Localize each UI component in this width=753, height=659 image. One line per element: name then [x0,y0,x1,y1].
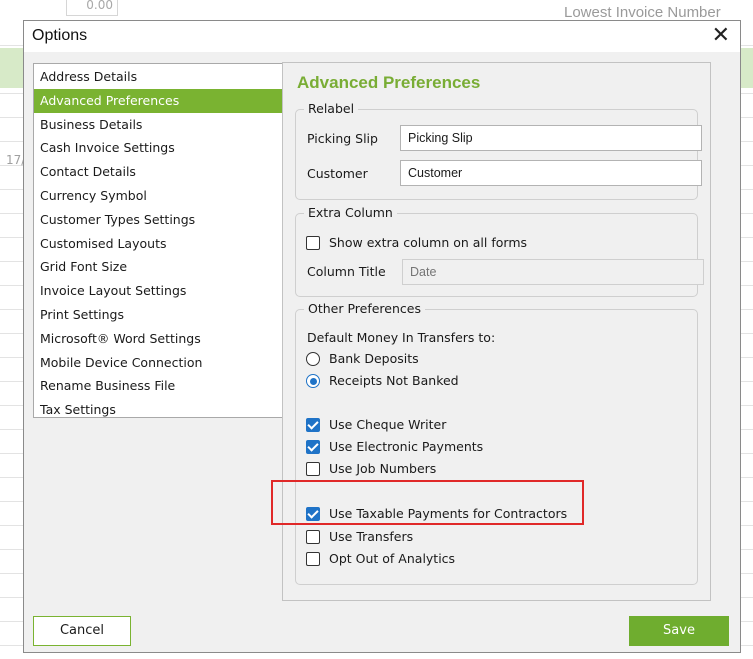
nav-item-tax-settings[interactable]: Tax Settings [34,398,282,422]
picking-slip-label: Picking Slip [307,131,378,146]
dialog-title: Options [32,27,88,44]
dialog-titlebar: Options ✕ [24,21,740,52]
nav-item-mobile-device-connection[interactable]: Mobile Device Connection [34,351,282,375]
column-title-label: Column Title [307,264,386,279]
use-electronic-payments-checkbox[interactable] [306,440,320,454]
extra-column-group-label: Extra Column [304,205,397,220]
nav-item-contact-details[interactable]: Contact Details [34,160,282,184]
nav-item-business-details[interactable]: Business Details [34,113,282,137]
opt-out-analytics-checkbox[interactable] [306,552,320,566]
advanced-preferences-panel: Advanced Preferences Relabel Picking Sli… [282,62,711,601]
picking-slip-input[interactable] [400,125,702,151]
customer-input[interactable] [400,160,702,186]
nav-item-advanced-preferences[interactable]: Advanced Preferences [34,88,282,113]
show-extra-column-label: Show extra column on all forms [329,235,528,250]
use-job-numbers-checkbox[interactable] [306,462,320,476]
nav-item-address-details[interactable]: Address Details [34,65,282,89]
nav-item-cash-invoice-settings[interactable]: Cash Invoice Settings [34,136,282,160]
bank-deposits-label: Bank Deposits [329,351,419,366]
panel-title: Advanced Preferences [297,73,481,92]
extra-column-group: Extra Column Show extra column on all fo… [295,205,704,297]
other-preferences-group-label: Other Preferences [304,301,425,316]
customer-label: Customer [307,166,368,181]
use-cheque-writer-checkbox[interactable] [306,418,320,432]
use-electronic-payments-label: Use Electronic Payments [329,439,484,454]
cancel-button[interactable]: Cancel [33,616,131,646]
nav-item-grid-font-size[interactable]: Grid Font Size [34,255,282,279]
nav-item-invoice-layout-settings[interactable]: Invoice Layout Settings [34,279,282,303]
use-job-numbers-label: Use Job Numbers [329,461,437,476]
close-icon[interactable]: ✕ [712,23,730,49]
relabel-group: Relabel Picking Slip Customer [295,101,702,200]
background-amount-field: 0.00 [66,0,118,16]
options-category-list: Address Details Advanced Preferences Bus… [33,63,283,418]
use-transfers-label: Use Transfers [329,529,414,544]
nav-item-currency-symbol[interactable]: Currency Symbol [34,184,282,208]
nav-item-rename-business-file[interactable]: Rename Business File [34,374,282,398]
nav-item-customised-layouts[interactable]: Customised Layouts [34,232,282,256]
use-taxable-payments-label: Use Taxable Payments for Contractors [329,506,568,521]
background-lowest-invoice-label: Lowest Invoice Number [564,4,721,21]
save-button[interactable]: Save [629,616,729,646]
bank-deposits-radio[interactable] [306,352,320,366]
receipts-not-banked-radio[interactable] [306,374,320,388]
nav-item-customer-types-settings[interactable]: Customer Types Settings [34,208,282,232]
opt-out-analytics-label: Opt Out of Analytics [329,551,456,566]
other-preferences-group: Other Preferences Default Money In Trans… [295,301,698,585]
options-dialog: Options ✕ Address Details Advanced Prefe… [23,20,741,653]
show-extra-column-checkbox[interactable] [306,236,320,250]
receipts-not-banked-label: Receipts Not Banked [329,373,459,388]
relabel-group-label: Relabel [304,101,359,116]
column-title-input [402,259,704,285]
use-taxable-payments-checkbox[interactable] [306,507,320,521]
use-cheque-writer-label: Use Cheque Writer [329,417,447,432]
use-transfers-checkbox[interactable] [306,530,320,544]
nav-item-print-settings[interactable]: Print Settings [34,303,282,327]
nav-item-microsoft-word-settings[interactable]: Microsoft® Word Settings [34,327,282,351]
default-money-in-label: Default Money In Transfers to: [307,330,496,345]
